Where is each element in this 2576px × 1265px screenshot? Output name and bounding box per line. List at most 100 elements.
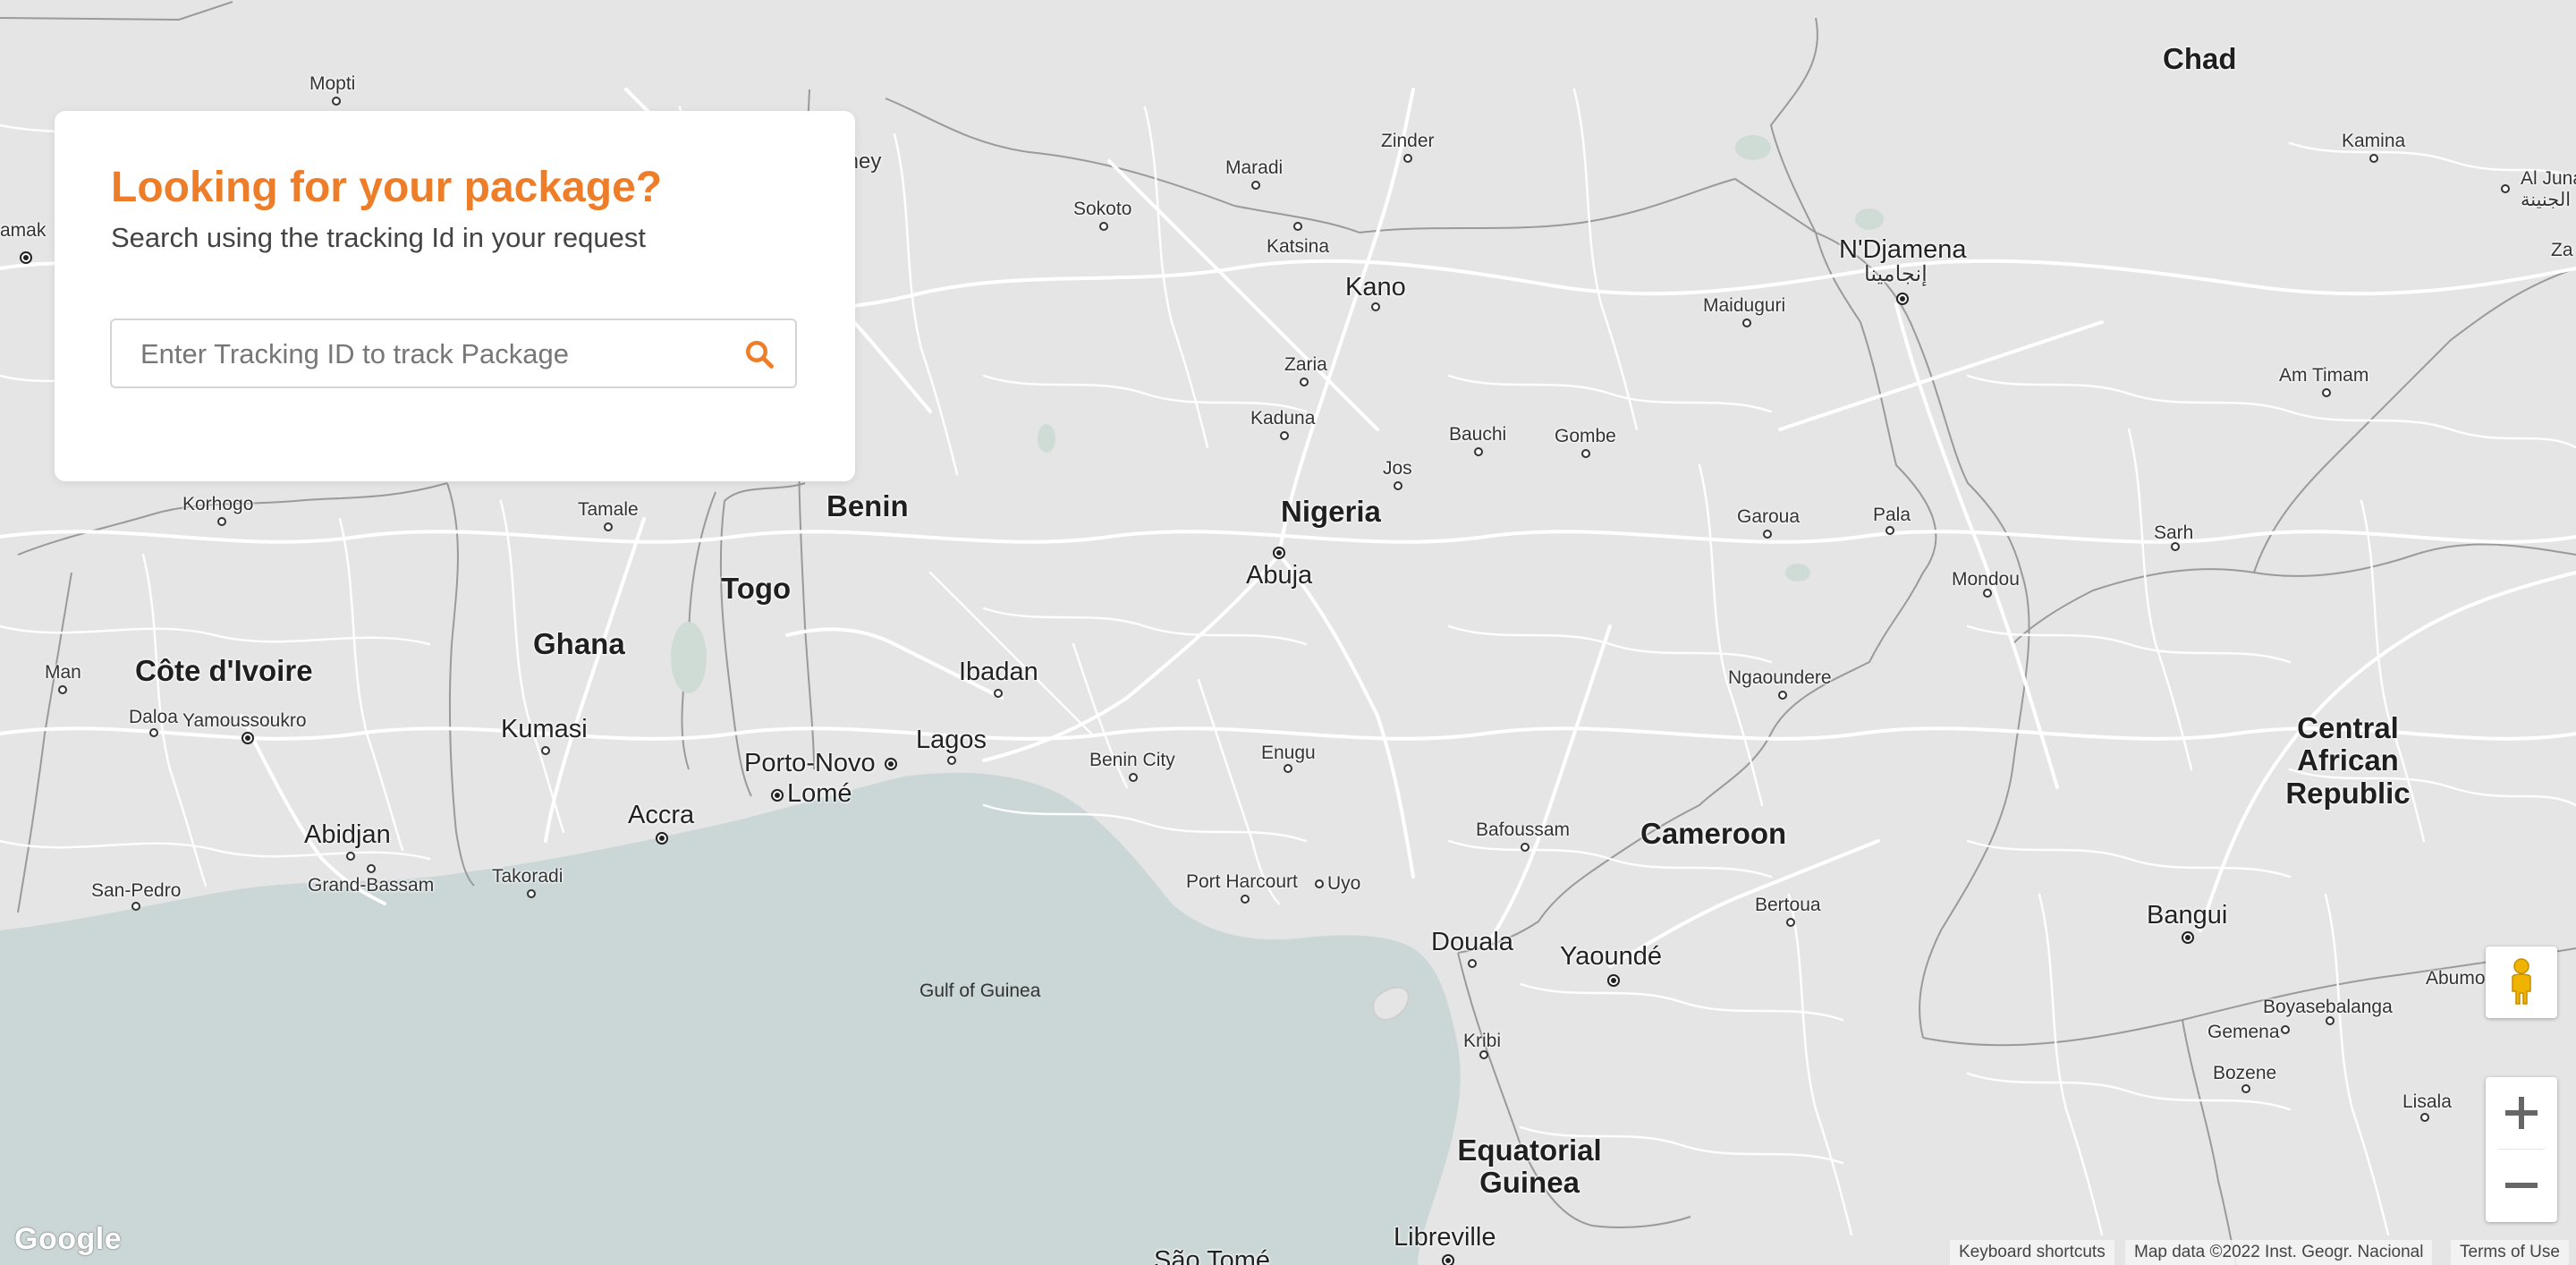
map-label-city: Kano xyxy=(1345,273,1406,301)
map-label-capital: Bangui xyxy=(2147,901,2228,930)
city-marker xyxy=(1778,691,1787,700)
city-marker xyxy=(2501,184,2510,193)
city-marker xyxy=(58,685,67,694)
capital-marker xyxy=(242,732,254,744)
map-label-capital: São Tomé xyxy=(1154,1246,1271,1265)
tracking-id-input[interactable] xyxy=(112,320,750,388)
map-label-city: Douala xyxy=(1431,928,1513,956)
map-label-city: Lagos xyxy=(916,726,987,754)
city-marker xyxy=(1885,526,1894,535)
map-label-city: Sarh xyxy=(2154,522,2194,543)
map-label-city: Pala xyxy=(1873,505,1911,525)
map-label-capital: N'Djamena xyxy=(1839,235,1967,264)
map-label-city: Abumo xyxy=(2426,968,2486,989)
map-label-city: Ngaoundere xyxy=(1728,667,1832,688)
map-label-city: Bafoussam xyxy=(1476,819,1571,840)
city-marker xyxy=(541,746,550,755)
map-label-city: Daloa xyxy=(129,707,178,727)
map-label-city: Grand-Bassam xyxy=(308,875,435,896)
map-label-country: Equatorial Guinea xyxy=(1457,1133,1602,1200)
capital-marker xyxy=(771,789,784,802)
map-label-city: Uyo xyxy=(1327,873,1361,894)
map-data-attribution: Map data ©2022 Inst. Geogr. Nacional xyxy=(2125,1240,2433,1265)
map-canvas[interactable]: Chad Benin Togo Ghana Côte d'Ivoire Nige… xyxy=(0,0,2576,1265)
city-marker xyxy=(1521,843,1530,852)
city-marker xyxy=(1742,318,1751,327)
map-label-city: Zinder xyxy=(1381,131,1435,151)
map-label-city: Abidjan xyxy=(304,820,391,849)
city-marker xyxy=(1129,773,1138,782)
city-marker xyxy=(947,756,956,765)
city-marker xyxy=(1251,181,1260,190)
map-label-country: Nigeria xyxy=(1281,495,1381,528)
street-view-pegman-button[interactable] xyxy=(2486,947,2557,1018)
map-label-city: Gemena xyxy=(2207,1022,2280,1042)
city-marker xyxy=(527,889,536,898)
map-label-city: Katsina xyxy=(1267,236,1330,257)
map-label-city: Kaduna xyxy=(1250,408,1316,429)
map-label-city: Boyasebalanga xyxy=(2263,997,2393,1017)
map-label-city: Sokoto xyxy=(1073,199,1132,219)
tracking-card-subtitle: Search using the tracking Id in your req… xyxy=(111,222,646,253)
city-marker xyxy=(332,97,341,106)
city-marker xyxy=(217,517,226,526)
city-marker xyxy=(2326,1016,2334,1025)
map-label-country: Ghana xyxy=(533,627,625,660)
keyboard-shortcuts-link[interactable]: Keyboard shortcuts xyxy=(1950,1240,2114,1265)
city-marker xyxy=(1786,918,1795,927)
map-label-capital: إنجامينا xyxy=(1864,262,1928,286)
city-marker xyxy=(2171,542,2180,551)
map-label-city: Bauchi xyxy=(1449,424,1507,445)
map-label-city: Port Harcourt xyxy=(1186,871,1298,892)
zoom-control xyxy=(2486,1077,2557,1222)
map-label-city: Kribi xyxy=(1463,1031,1502,1051)
tracking-search-box[interactable] xyxy=(110,318,797,388)
map-label-city: Mondou xyxy=(1952,569,2020,590)
city-marker xyxy=(1983,589,1992,598)
map-label-city: Man xyxy=(45,662,81,683)
city-marker xyxy=(1284,764,1292,773)
search-icon[interactable] xyxy=(743,338,775,370)
map-label-city: Benin City xyxy=(1089,750,1175,770)
map-label-capital: Libreville xyxy=(1394,1223,1496,1252)
zoom-out-button[interactable] xyxy=(2486,1150,2557,1221)
city-marker xyxy=(1315,879,1324,888)
capital-marker xyxy=(2182,931,2194,944)
city-marker xyxy=(346,852,355,861)
map-label-city: الجنينة xyxy=(2521,190,2572,210)
map-label-city: Kamina xyxy=(2342,131,2406,151)
google-logo[interactable]: Google xyxy=(14,1222,122,1257)
map-label-city: amak xyxy=(0,220,47,241)
map-label-city: San-Pedro xyxy=(91,880,182,901)
map-label-capital: Lomé xyxy=(787,779,852,808)
map-label-city: Al Juna xyxy=(2521,168,2576,189)
city-marker xyxy=(1468,959,1477,968)
map-label-country: Côte d'Ivoire xyxy=(135,654,313,687)
city-marker xyxy=(1479,1050,1488,1059)
map-label-city: Maradi xyxy=(1225,157,1284,178)
map-label-city: Garoua xyxy=(1737,506,1801,527)
map-label-water: Gulf of Guinea xyxy=(919,981,1041,1001)
city-marker xyxy=(1241,895,1250,904)
map-label-city: Am Timam xyxy=(2279,365,2369,386)
map-label-country: Benin xyxy=(826,489,909,522)
zoom-in-button[interactable] xyxy=(2486,1077,2557,1149)
city-marker xyxy=(1099,222,1108,231)
map-label-city: Korhogo xyxy=(182,494,254,514)
map-label-capital: Accra xyxy=(628,801,695,829)
map-label-city: Maiduguri xyxy=(1703,295,1786,316)
capital-marker xyxy=(885,758,897,770)
map-label-city: Bozene xyxy=(2213,1063,2277,1083)
city-marker xyxy=(1371,302,1380,311)
map-label-country: Chad xyxy=(2163,42,2237,75)
terms-of-use-link[interactable]: Terms of Use xyxy=(2451,1240,2569,1265)
map-label-capital: Abuja xyxy=(1246,561,1313,590)
map-label-city: Ibadan xyxy=(959,658,1038,686)
city-marker xyxy=(1763,530,1772,539)
city-marker xyxy=(2369,154,2378,163)
map-label-capital: Porto-Novo xyxy=(744,749,876,777)
capital-marker xyxy=(1607,974,1620,987)
city-marker xyxy=(604,522,613,531)
city-marker xyxy=(1474,447,1483,456)
city-marker xyxy=(367,864,376,873)
